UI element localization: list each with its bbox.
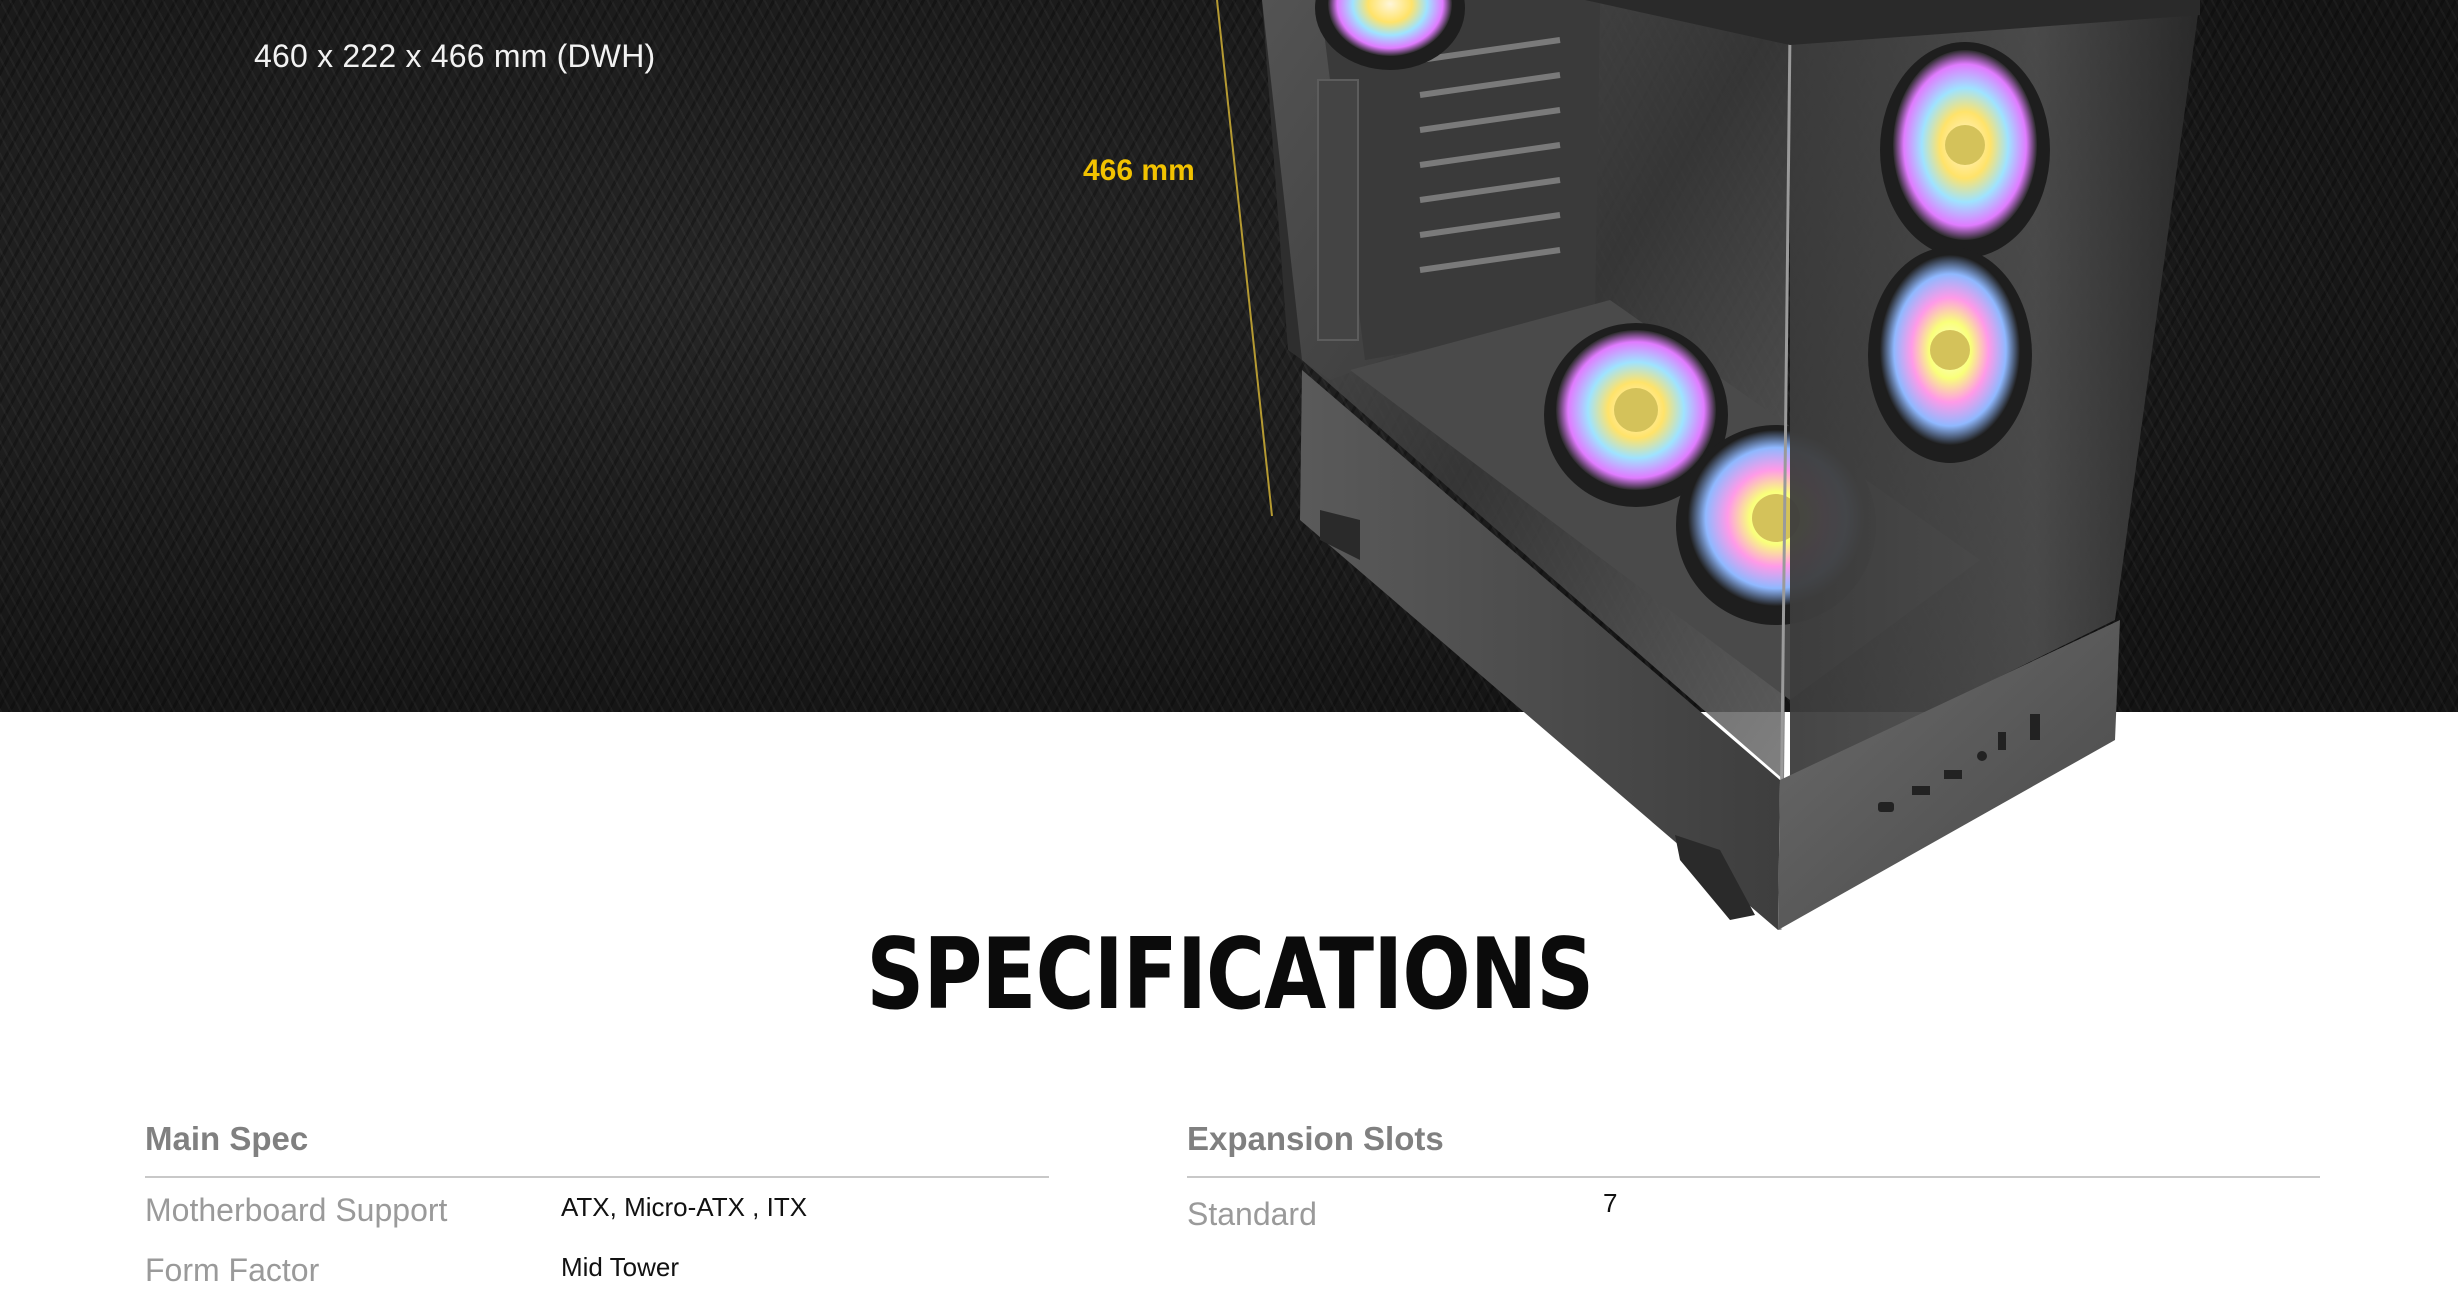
hero-banner: 460 x 222 x 466 mm (DWH) 466 mm — [0, 0, 2458, 712]
case-dimensions-text: 460 x 222 x 466 mm (DWH) — [254, 38, 656, 74]
spec-value: 7 — [1603, 1188, 1618, 1218]
spec-section-expansion: Expansion Slots Standard 7 — [1187, 1116, 2320, 1238]
spec-value: Mid Tower — [561, 1252, 680, 1282]
spec-section-heading: Main Spec — [145, 1116, 1049, 1178]
spec-key: Motherboard Support — [145, 1192, 448, 1228]
spec-row: Form Factor Mid Tower — [145, 1238, 1049, 1298]
height-dimension-label: 466 mm — [1083, 154, 1195, 187]
spec-row: Motherboard Support ATX, Micro-ATX , ITX — [145, 1178, 1049, 1238]
spec-value: ATX, Micro-ATX , ITX — [561, 1192, 808, 1222]
spec-section-heading: Expansion Slots — [1187, 1116, 2320, 1178]
spec-key: Standard — [1187, 1196, 1317, 1232]
spec-section-main: Main Spec Motherboard Support ATX, Micro… — [145, 1116, 1049, 1298]
specifications-title: SPECIFICATIONS — [866, 918, 1594, 1032]
spec-row: Standard 7 — [1187, 1178, 2320, 1238]
spec-key: Form Factor — [145, 1252, 320, 1288]
